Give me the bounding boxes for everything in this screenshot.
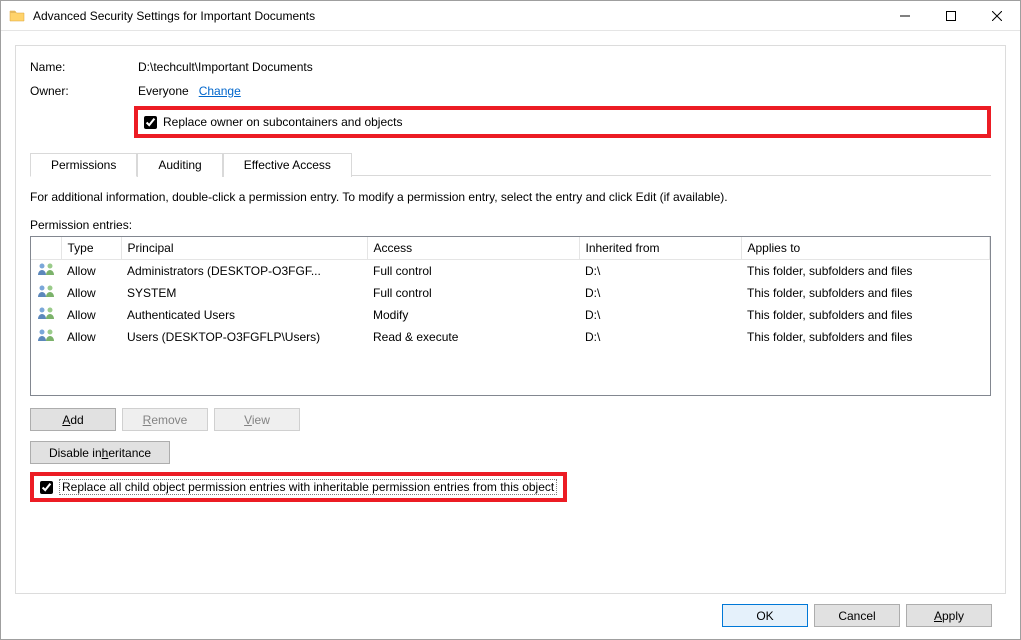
replace-owner-label: Replace owner on subcontainers and objec… — [163, 115, 402, 129]
name-row: Name: D:\techcult\Important Documents — [30, 60, 991, 74]
name-label: Name: — [30, 60, 138, 74]
view-button: View — [214, 408, 300, 431]
cancel-button[interactable]: Cancel — [814, 604, 900, 627]
owner-value: Everyone — [138, 84, 189, 98]
cell-type: Allow — [61, 304, 121, 326]
col-icon-header[interactable] — [31, 237, 61, 260]
cell-principal: Administrators (DESKTOP-O3FGF... — [121, 260, 367, 282]
table-row[interactable]: AllowAdministrators (DESKTOP-O3FGF...Ful… — [31, 260, 990, 282]
col-principal-header[interactable]: Principal — [121, 237, 367, 260]
window-title: Advanced Security Settings for Important… — [33, 9, 882, 23]
change-owner-link[interactable]: Change — [199, 84, 241, 98]
cell-inherited: D:\ — [579, 326, 741, 348]
tab-body: For additional information, double-click… — [30, 176, 991, 583]
inheritance-row: Disable inheritance — [30, 441, 991, 464]
cell-applies: This folder, subfolders and files — [741, 304, 990, 326]
replace-owner-highlight: Replace owner on subcontainers and objec… — [134, 106, 991, 138]
users-icon — [31, 326, 61, 348]
users-icon — [31, 260, 61, 282]
minimize-button[interactable] — [882, 1, 928, 31]
cell-applies: This folder, subfolders and files — [741, 326, 990, 348]
replace-owner-checkbox[interactable] — [144, 116, 157, 129]
tab-auditing[interactable]: Auditing — [137, 153, 222, 177]
add-button[interactable]: Add — [30, 408, 116, 431]
inner-panel: Name: D:\techcult\Important Documents Ow… — [15, 45, 1006, 594]
cell-access: Modify — [367, 304, 579, 326]
cell-type: Allow — [61, 282, 121, 304]
col-access-header[interactable]: Access — [367, 237, 579, 260]
cell-inherited: D:\ — [579, 260, 741, 282]
tab-permissions[interactable]: Permissions — [30, 153, 137, 177]
permission-entries-label: Permission entries: — [30, 218, 991, 232]
dialog-footer: OK Cancel Apply — [15, 594, 1006, 639]
cell-principal: Users (DESKTOP-O3FGFLP\Users) — [121, 326, 367, 348]
col-type-header[interactable]: Type — [61, 237, 121, 260]
cell-access: Full control — [367, 260, 579, 282]
replace-child-row: Replace all child object permission entr… — [30, 474, 991, 502]
permission-table[interactable]: Type Principal Access Inherited from App… — [30, 236, 991, 396]
table-row[interactable]: AllowAuthenticated UsersModifyD:\This fo… — [31, 304, 990, 326]
close-button[interactable] — [974, 1, 1020, 31]
col-applies-header[interactable]: Applies to — [741, 237, 990, 260]
users-icon — [31, 304, 61, 326]
table-row[interactable]: AllowSYSTEMFull controlD:\This folder, s… — [31, 282, 990, 304]
disable-inheritance-button[interactable]: Disable inheritance — [30, 441, 170, 464]
titlebar: Advanced Security Settings for Important… — [1, 1, 1020, 31]
cell-type: Allow — [61, 326, 121, 348]
table-header-row: Type Principal Access Inherited from App… — [31, 237, 990, 260]
table-row[interactable]: AllowUsers (DESKTOP-O3FGFLP\Users)Read &… — [31, 326, 990, 348]
remove-button: Remove — [122, 408, 208, 431]
cell-access: Full control — [367, 282, 579, 304]
instruction-text: For additional information, double-click… — [30, 190, 991, 204]
tab-strip: Permissions Auditing Effective Access — [30, 152, 991, 176]
replace-child-checkbox[interactable] — [40, 481, 53, 494]
col-inherited-header[interactable]: Inherited from — [579, 237, 741, 260]
content-area: Name: D:\techcult\Important Documents Ow… — [1, 31, 1020, 639]
apply-button[interactable]: Apply — [906, 604, 992, 627]
name-value: D:\techcult\Important Documents — [138, 60, 313, 74]
maximize-button[interactable] — [928, 1, 974, 31]
cell-access: Read & execute — [367, 326, 579, 348]
tab-effective-access[interactable]: Effective Access — [223, 153, 352, 177]
security-settings-window: Advanced Security Settings for Important… — [0, 0, 1021, 640]
replace-child-label: Replace all child object permission entr… — [59, 479, 557, 495]
cell-inherited: D:\ — [579, 304, 741, 326]
cell-inherited: D:\ — [579, 282, 741, 304]
owner-row: Owner: Everyone Change — [30, 84, 991, 98]
owner-label: Owner: — [30, 84, 138, 98]
users-icon — [31, 282, 61, 304]
cell-applies: This folder, subfolders and files — [741, 260, 990, 282]
cell-principal: Authenticated Users — [121, 304, 367, 326]
folder-icon — [9, 8, 25, 24]
cell-principal: SYSTEM — [121, 282, 367, 304]
cell-applies: This folder, subfolders and files — [741, 282, 990, 304]
cell-type: Allow — [61, 260, 121, 282]
ok-button[interactable]: OK — [722, 604, 808, 627]
window-controls — [882, 1, 1020, 31]
entry-buttons-row: Add Remove View — [30, 408, 991, 431]
